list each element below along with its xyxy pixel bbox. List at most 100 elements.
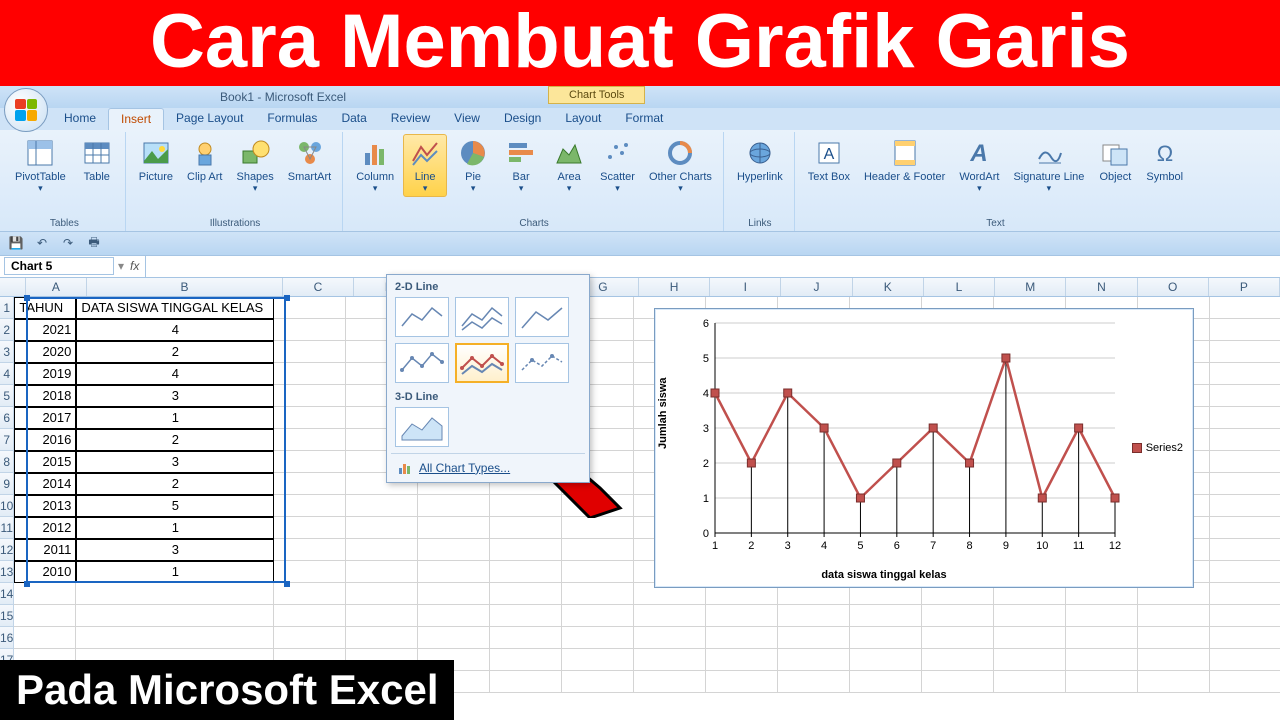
row-header-9[interactable]: 9 xyxy=(0,473,14,495)
cell-G10[interactable] xyxy=(562,495,634,517)
print-preview-icon[interactable]: 🖶 xyxy=(84,234,104,252)
pie-chart-button[interactable]: Pie▾ xyxy=(451,134,495,197)
col-header-H[interactable]: H xyxy=(639,278,710,296)
cell-M18[interactable] xyxy=(994,671,1066,693)
cell-C4[interactable] xyxy=(274,363,346,385)
row-header-5[interactable]: 5 xyxy=(0,385,14,407)
tab-home[interactable]: Home xyxy=(52,108,108,130)
cell-I17[interactable] xyxy=(706,649,778,671)
row-header-16[interactable]: 16 xyxy=(0,627,14,649)
cell-B3[interactable]: 2 xyxy=(76,341,274,363)
row-header-12[interactable]: 12 xyxy=(0,539,14,561)
cell-D14[interactable] xyxy=(346,583,418,605)
cell-B15[interactable] xyxy=(76,605,274,627)
cell-C3[interactable] xyxy=(274,341,346,363)
cell-M15[interactable] xyxy=(994,605,1066,627)
cell-D15[interactable] xyxy=(346,605,418,627)
cell-A6[interactable]: 2017 xyxy=(14,407,76,429)
cell-K18[interactable] xyxy=(850,671,922,693)
office-button[interactable] xyxy=(4,88,48,132)
cell-C6[interactable] xyxy=(274,407,346,429)
tab-page-layout[interactable]: Page Layout xyxy=(164,108,255,130)
row-header-15[interactable]: 15 xyxy=(0,605,14,627)
cell-G17[interactable] xyxy=(562,649,634,671)
cell-M16[interactable] xyxy=(994,627,1066,649)
cell-I18[interactable] xyxy=(706,671,778,693)
col-header-P[interactable]: P xyxy=(1209,278,1280,296)
col-header-K[interactable]: K xyxy=(853,278,924,296)
undo-icon[interactable]: ↶ xyxy=(32,234,52,252)
save-icon[interactable]: 💾 xyxy=(6,234,26,252)
name-box[interactable]: Chart 5 xyxy=(4,257,114,275)
cell-C15[interactable] xyxy=(274,605,346,627)
cell-D13[interactable] xyxy=(346,561,418,583)
worksheet[interactable]: ABCDEFGHIJKLMNOP 12345678910111213141516… xyxy=(0,278,1280,718)
cell-E12[interactable] xyxy=(418,539,490,561)
header-footer-button[interactable]: Header & Footer xyxy=(859,134,950,186)
row-header-11[interactable]: 11 xyxy=(0,517,14,539)
cell-P4[interactable] xyxy=(1210,363,1280,385)
clipart-button[interactable]: Clip Art xyxy=(182,134,227,186)
cell-C10[interactable] xyxy=(274,495,346,517)
area-chart-button[interactable]: Area▾ xyxy=(547,134,591,197)
line-chart-button[interactable]: Line▾ xyxy=(403,134,447,197)
col-header-C[interactable]: C xyxy=(283,278,354,296)
cell-F12[interactable] xyxy=(490,539,562,561)
object-button[interactable]: Object xyxy=(1093,134,1137,186)
cell-P17[interactable] xyxy=(1210,649,1280,671)
shapes-button[interactable]: Shapes▾ xyxy=(231,134,278,197)
cell-J16[interactable] xyxy=(778,627,850,649)
cell-F11[interactable] xyxy=(490,517,562,539)
cell-P7[interactable] xyxy=(1210,429,1280,451)
bar-chart-button[interactable]: Bar▾ xyxy=(499,134,543,197)
col-header-N[interactable]: N xyxy=(1066,278,1137,296)
smartart-button[interactable]: SmartArt xyxy=(283,134,336,186)
cell-G16[interactable] xyxy=(562,627,634,649)
cell-J15[interactable] xyxy=(778,605,850,627)
row-header-6[interactable]: 6 xyxy=(0,407,14,429)
cell-K17[interactable] xyxy=(850,649,922,671)
cell-C8[interactable] xyxy=(274,451,346,473)
col-header-J[interactable]: J xyxy=(781,278,852,296)
cell-I15[interactable] xyxy=(706,605,778,627)
redo-icon[interactable]: ↷ xyxy=(58,234,78,252)
cell-G13[interactable] xyxy=(562,561,634,583)
cell-B10[interactable]: 5 xyxy=(76,495,274,517)
cell-G14[interactable] xyxy=(562,583,634,605)
cell-L16[interactable] xyxy=(922,627,994,649)
cell-B5[interactable]: 3 xyxy=(76,385,274,407)
cell-E13[interactable] xyxy=(418,561,490,583)
cell-P15[interactable] xyxy=(1210,605,1280,627)
cell-A15[interactable] xyxy=(14,605,76,627)
textbox-button[interactable]: AText Box xyxy=(803,134,855,186)
cell-N18[interactable] xyxy=(1066,671,1138,693)
cell-C13[interactable] xyxy=(274,561,346,583)
cell-H17[interactable] xyxy=(634,649,706,671)
line-type-2[interactable] xyxy=(455,297,509,337)
row-header-3[interactable]: 3 xyxy=(0,341,14,363)
cell-K15[interactable] xyxy=(850,605,922,627)
col-header-I[interactable]: I xyxy=(710,278,781,296)
cell-D10[interactable] xyxy=(346,495,418,517)
cell-O15[interactable] xyxy=(1138,605,1210,627)
col-header-B[interactable]: B xyxy=(87,278,283,296)
cell-N17[interactable] xyxy=(1066,649,1138,671)
cell-A9[interactable]: 2014 xyxy=(14,473,76,495)
cell-F15[interactable] xyxy=(490,605,562,627)
cell-P13[interactable] xyxy=(1210,561,1280,583)
cell-A10[interactable]: 2013 xyxy=(14,495,76,517)
cell-F16[interactable] xyxy=(490,627,562,649)
cell-B8[interactable]: 3 xyxy=(76,451,274,473)
line-3d-type[interactable] xyxy=(395,407,449,447)
cell-A11[interactable]: 2012 xyxy=(14,517,76,539)
cell-P2[interactable] xyxy=(1210,319,1280,341)
cell-A8[interactable]: 2015 xyxy=(14,451,76,473)
cell-H15[interactable] xyxy=(634,605,706,627)
cell-A13[interactable]: 2010 xyxy=(14,561,76,583)
cell-A16[interactable] xyxy=(14,627,76,649)
tab-layout[interactable]: Layout xyxy=(553,108,613,130)
cell-B16[interactable] xyxy=(76,627,274,649)
cell-B13[interactable]: 1 xyxy=(76,561,274,583)
cell-J17[interactable] xyxy=(778,649,850,671)
cell-I16[interactable] xyxy=(706,627,778,649)
